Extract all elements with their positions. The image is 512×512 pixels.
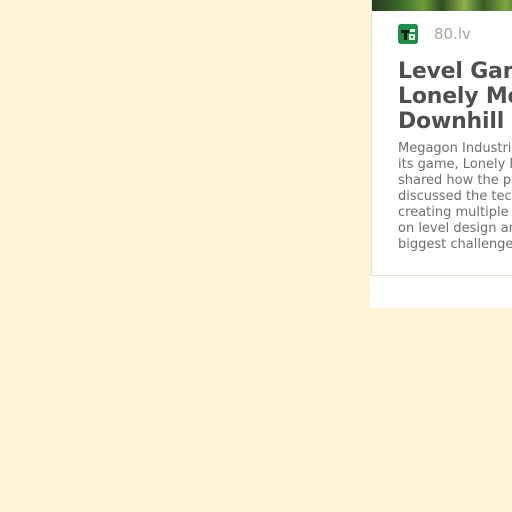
article-title-line: Level Gam <box>398 59 512 84</box>
article-card[interactable]: 80.lv Level Gam Lonely Mo Downhill Megag… <box>371 0 512 276</box>
article-excerpt-line: biggest challenge <box>398 237 512 252</box>
article-title[interactable]: Level Gam Lonely Mo Downhill <box>398 59 512 134</box>
source-name[interactable]: 80.lv <box>434 24 471 44</box>
article-title-line: Downhill <box>398 109 505 134</box>
page-background: 80.lv Level Gam Lonely Mo Downhill Megag… <box>0 0 512 512</box>
article-excerpt-line: shared how the p <box>398 173 512 188</box>
article-excerpt-line: creating multiple <box>398 205 509 220</box>
article-title-line: Lonely Mo <box>398 84 512 109</box>
article-excerpt-line: its game, Lonely M <box>398 157 512 172</box>
card-footer-area <box>370 276 512 308</box>
80lv-logo-icon <box>398 24 418 44</box>
article-excerpt-line: on level design ar <box>398 221 512 236</box>
article-excerpt-line: Megagon Industri <box>398 141 512 156</box>
article-thumbnail[interactable] <box>372 0 512 11</box>
article-excerpt-line: discussed the tec <box>398 189 512 204</box>
article-excerpt: Megagon Industri its game, Lonely M shar… <box>398 141 512 253</box>
article-source[interactable]: 80.lv <box>398 24 471 44</box>
